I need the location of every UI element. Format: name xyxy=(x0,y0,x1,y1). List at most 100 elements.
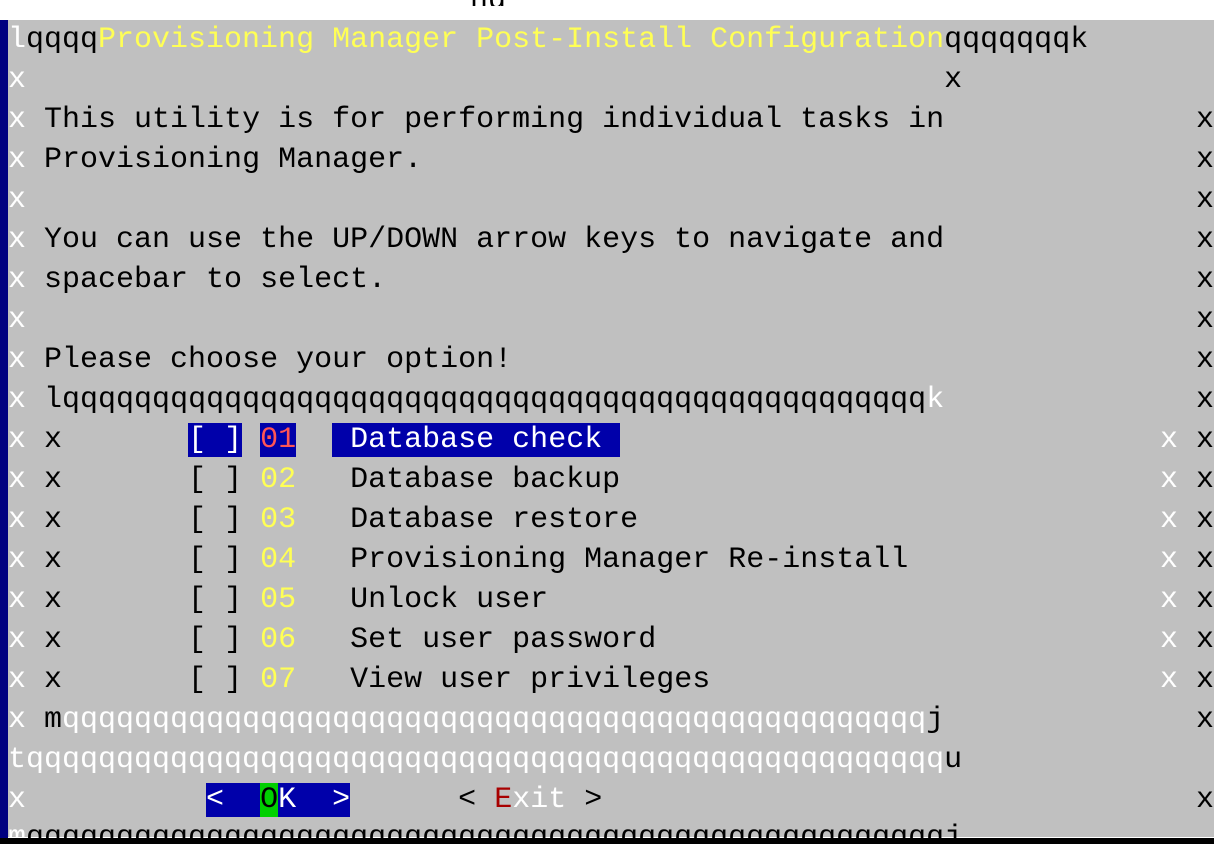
border-corner: k xyxy=(926,383,945,417)
option-row-06[interactable]: x x [ ] 06 Set user password x x xyxy=(8,620,1214,660)
border-tee: u xyxy=(944,743,963,777)
help-text-1: You can use the UP/DOWN arrow keys to na… xyxy=(44,223,945,257)
exit-button-open: < xyxy=(458,783,477,817)
intro-row-1: x This utility is for performing individ… xyxy=(8,100,1214,140)
border-side: x xyxy=(1195,543,1214,577)
border-side: x xyxy=(8,663,27,697)
option-row-03[interactable]: x x [ ] 03 Database restore x x xyxy=(8,500,1214,540)
border-side: x xyxy=(8,383,27,417)
option-row-04[interactable]: x x [ ] 04 Provisioning Manager Re-insta… xyxy=(8,540,1214,580)
ok-hotkey: O xyxy=(260,783,279,817)
exit-hotkey: E xyxy=(494,783,513,817)
ok-button[interactable]: < OK > xyxy=(206,783,351,817)
border-side: x xyxy=(8,263,27,297)
border-line: qqqqqqqqqqqqqqqqqqqqqqqqqqqqqqqqqqqqqqqq… xyxy=(62,703,927,737)
border-side: x xyxy=(1195,463,1214,497)
option-row-01[interactable]: x x [ ] 01 Database check xx xyxy=(8,420,1214,460)
border-corner: l xyxy=(44,383,63,417)
border-side: x xyxy=(44,623,63,657)
option-label[interactable]: Database backup xyxy=(350,463,620,497)
border-line: qqqqqqqqqqqqqqqqqqqqqqqqqqqqqqqqqqqqqqqq… xyxy=(26,743,945,777)
prompt-row: x Please choose your option! x xyxy=(8,340,1214,380)
border-side: x xyxy=(1159,423,1178,457)
border-side: x xyxy=(1195,263,1214,297)
exit-button-close: > xyxy=(584,783,603,817)
option-number: 07 xyxy=(260,663,297,697)
window-top-strip: ng xyxy=(0,0,1214,20)
prompt-text: Please choose your option! xyxy=(44,343,513,377)
post-install-dialog: lqqqqProvisioning Manager Post-Install C… xyxy=(0,20,1214,855)
button-separator: tqqqqqqqqqqqqqqqqqqqqqqqqqqqqqqqqqqqqqqq… xyxy=(8,740,1214,780)
option-checkbox[interactable]: [ ] xyxy=(188,623,242,657)
option-checkbox[interactable]: [ ] xyxy=(188,423,243,457)
border-side: x xyxy=(1195,303,1214,337)
border-side: x xyxy=(1195,583,1214,617)
ok-button-label: K xyxy=(278,783,297,817)
option-row-02[interactable]: x x [ ] 02 Database backup x x xyxy=(8,460,1214,500)
border-side: x xyxy=(1195,103,1214,137)
border-side: x xyxy=(1195,343,1214,377)
border-side: x xyxy=(1195,143,1214,177)
border-side: x xyxy=(44,663,63,697)
option-label[interactable]: View user privileges xyxy=(350,663,710,697)
option-label[interactable]: Set user password xyxy=(350,623,656,657)
border-side: x xyxy=(8,223,27,257)
border-side: x xyxy=(1159,543,1178,577)
dialog-top-border: lqqqqProvisioning Manager Post-Install C… xyxy=(8,20,1214,60)
option-number: 05 xyxy=(260,583,297,617)
border-side: x xyxy=(44,503,63,537)
border-corner: k xyxy=(1070,23,1089,57)
option-label-text: Database check xyxy=(350,423,603,457)
border-corner: l xyxy=(8,23,27,57)
list-top-border: x lqqqqqqqqqqqqqqqqqqqqqqqqqqqqqqqqqqqqq… xyxy=(8,380,1214,420)
border-side: x xyxy=(1195,423,1214,457)
intro-text-2: Provisioning Manager. xyxy=(44,143,423,177)
terminal-screen: ng lqqqqProvisioning Manager Post-Instal… xyxy=(0,0,1214,857)
list-bottom-border: x mqqqqqqqqqqqqqqqqqqqqqqqqqqqqqqqqqqqqq… xyxy=(8,700,1214,740)
border-line: qqqqqqq xyxy=(944,23,1071,57)
border-corner: j xyxy=(926,703,945,737)
border-side: x xyxy=(8,623,27,657)
border-side: x xyxy=(1195,223,1214,257)
border-side: x xyxy=(44,463,63,497)
option-checkbox[interactable]: [ ] xyxy=(188,503,242,537)
border-side: x xyxy=(8,63,27,97)
option-number: 06 xyxy=(260,623,297,657)
border-side: x xyxy=(944,63,963,97)
intro-row-2: x Provisioning Manager. x xyxy=(8,140,1214,180)
option-row-07[interactable]: x x [ ] 07 View user privileges x x xyxy=(8,660,1214,700)
dialog-blank-row: x x xyxy=(8,60,1214,100)
border-side: x xyxy=(8,703,27,737)
option-row-05[interactable]: x x [ ] 05 Unlock user x x xyxy=(8,580,1214,620)
option-label[interactable]: Provisioning Manager Re-install xyxy=(350,543,908,577)
dialog-blank-row: xx xyxy=(8,300,1214,340)
border-side: x xyxy=(1195,783,1214,817)
option-checkbox[interactable]: [ ] xyxy=(188,583,242,617)
option-checkbox[interactable]: [ ] xyxy=(188,663,242,697)
border-side: x xyxy=(1195,383,1214,417)
ok-button-open: < xyxy=(206,783,225,817)
border-side: x xyxy=(8,503,27,537)
intro-text-1: This utility is for performing individua… xyxy=(44,103,945,137)
border-side: x xyxy=(1195,663,1214,697)
border-side: x xyxy=(8,143,27,177)
option-checkbox[interactable]: [ ] xyxy=(188,463,242,497)
border-side: x xyxy=(1159,463,1178,497)
option-checkbox[interactable]: [ ] xyxy=(188,543,242,577)
ok-button-close: > xyxy=(332,783,351,817)
dialog-blank-row: xx xyxy=(8,180,1214,220)
terminal-left-edge xyxy=(0,20,8,838)
border-side: x xyxy=(1195,183,1214,217)
exit-button[interactable]: < Exit > xyxy=(458,783,602,817)
option-label[interactable]: Database restore xyxy=(350,503,638,537)
border-side: x xyxy=(44,423,63,457)
option-label[interactable]: Unlock user xyxy=(350,583,548,617)
option-label[interactable]: Database check xyxy=(332,423,621,457)
border-line: qqqq xyxy=(26,23,99,57)
border-side: x xyxy=(1159,583,1178,617)
option-number: 03 xyxy=(260,503,297,537)
border-side: x xyxy=(8,183,27,217)
border-side: x xyxy=(1159,623,1178,657)
help-row-2: x spacebar to select. x xyxy=(8,260,1214,300)
exit-button-label: xit xyxy=(512,783,567,817)
